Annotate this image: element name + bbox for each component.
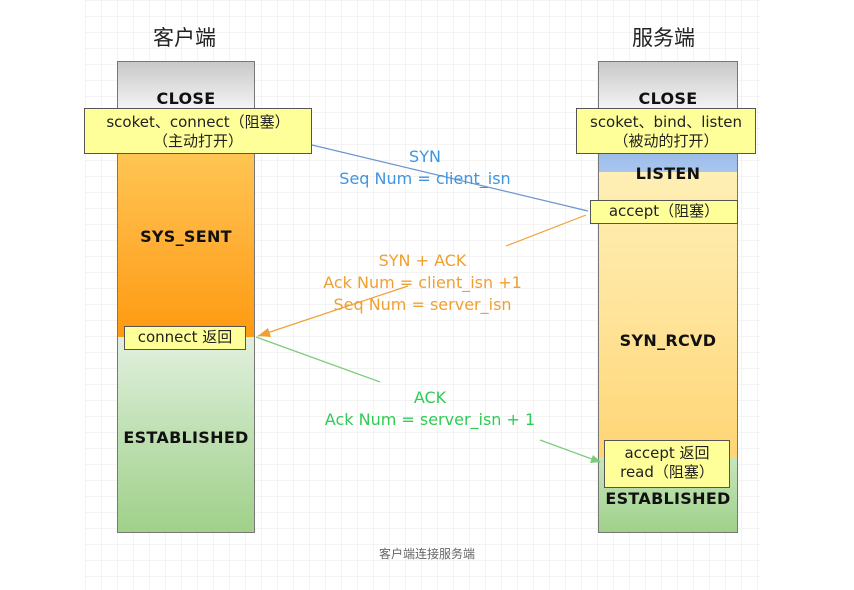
figure-caption: 客户端连接服务端 [378,547,475,561]
synack-ack-label: Ack Num = client_isn +1 [323,273,522,292]
ack-arrow-line-1 [255,336,381,383]
synack-arrow-line [505,214,587,247]
ack-label: ACK [413,388,447,407]
ack-message: ACK Ack Num = server_isn + 1 [310,387,550,431]
synack-arrow-head [258,328,271,337]
ack-arrow-head [590,455,601,463]
syn-message: SYN Seq Num = client_isn [320,146,530,190]
syn-label: SYN [409,147,441,166]
syn-seq-label: Seq Num = client_isn [339,169,511,188]
synack-label: SYN + ACK [378,251,467,270]
ack-arrow-line-2 [539,439,601,463]
ack-num-label: Ack Num = server_isn + 1 [324,410,536,429]
synack-message: SYN + ACK Ack Num = client_isn +1 Seq Nu… [305,250,540,316]
synack-seq-label: Seq Num = server_isn [333,295,512,314]
